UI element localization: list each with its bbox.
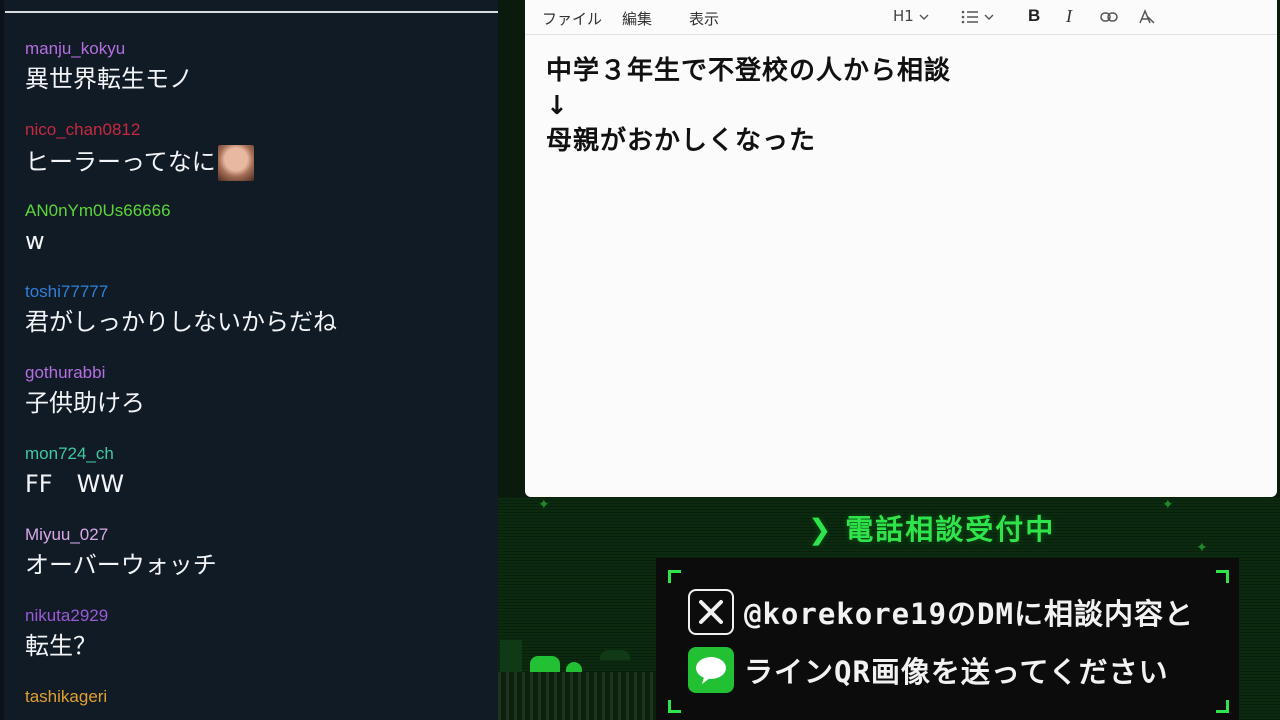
ground-pattern [498, 672, 658, 720]
frame-corner [1216, 700, 1229, 713]
chat-message: mon724_ch FF WW [25, 444, 124, 499]
arrow-line: ↓ [546, 91, 569, 121]
info-row-line: ラインQR画像を送ってください [688, 646, 1169, 694]
status-banner: ❯ 電話相談受付中 [808, 508, 1055, 548]
chat-text: ヒーラーってなに [25, 148, 216, 176]
chevron-down-icon [984, 14, 994, 20]
chat-message: toshi77777 君がしっかりしないからだね [25, 282, 337, 337]
list-icon [961, 10, 978, 23]
chat-username[interactable]: toshi77777 [25, 282, 337, 302]
info-text: ラインQR画像を送ってください [744, 655, 1169, 689]
menu-edit[interactable]: 編集 [622, 8, 652, 29]
italic-icon[interactable]: I [1066, 6, 1072, 26]
chat-username[interactable]: mon724_ch [25, 444, 124, 464]
sparkle-icon: ✦ [1196, 540, 1208, 556]
chat-text: 子供助けろ [25, 389, 145, 417]
chat-text-row: ヒーラーってなに [25, 145, 254, 181]
chat-username[interactable]: Miyuu_027 [25, 525, 217, 545]
heading-line: 母親がおかしくなった [546, 126, 817, 156]
chat-message: AN0nYm0Us66666 w [25, 201, 171, 256]
chat-message: tashikageri [25, 687, 107, 712]
bush [530, 656, 560, 672]
chat-username[interactable]: nico_chan0812 [25, 120, 254, 140]
chat-text: w [25, 227, 45, 255]
chat-text: 転生？ [25, 632, 97, 660]
chat-username[interactable]: AN0nYm0Us66666 [25, 201, 171, 221]
face-emote-icon [217, 145, 254, 181]
clear-format-icon[interactable] [1138, 6, 1156, 26]
chat-text: 君がしっかりしないからだね [25, 308, 337, 336]
chat-edge [0, 0, 4, 720]
heading-dropdown[interactable]: H1 [893, 6, 929, 26]
menu-view[interactable]: 表示 [689, 8, 719, 29]
frame-corner [1216, 570, 1229, 583]
x-logo-icon [688, 589, 734, 635]
sparkle-icon: ✦ [538, 497, 550, 513]
chat-message: manju_kokyu 異世界転生モノ [25, 39, 193, 94]
chat-text: 異世界転生モノ [25, 65, 193, 93]
chat-username[interactable]: tashikageri [25, 687, 107, 707]
document-body[interactable]: 中学３年生で不登校の人から相談 ↓ 母親がおかしくなった [546, 54, 951, 159]
frame-corner [668, 700, 681, 713]
chat-username[interactable]: gothurabbi [25, 363, 145, 383]
chat-message: nikuta2929 転生？ [25, 606, 108, 661]
chevron-down-icon [919, 14, 929, 20]
heading-line: 中学３年生で不登校の人から相談 [546, 56, 952, 86]
text-editor: ファイル 編集 表示 H1 B I 中学３年生で不登校の人から相談 ↓ 母親がお… [525, 0, 1277, 497]
chat-username[interactable]: nikuta2929 [25, 606, 108, 626]
chat-text: オーバーウォッチ [25, 551, 217, 579]
editor-toolbar: ファイル 編集 表示 H1 B I [525, 0, 1277, 35]
chat-text: FF WW [25, 470, 125, 498]
chat-username[interactable]: manju_kokyu [25, 39, 193, 59]
line-logo-icon [688, 647, 734, 693]
chat-message: nico_chan0812 ヒーラーってなに [25, 120, 254, 181]
info-row-x: @korekore19のDMに相談内容と [688, 588, 1194, 636]
info-box [656, 558, 1239, 720]
sparkle-icon: ✦ [1162, 497, 1174, 513]
link-icon[interactable] [1100, 6, 1118, 26]
menu-file[interactable]: ファイル [542, 8, 602, 29]
status-text: 電話相談受付中 [845, 513, 1056, 546]
list-dropdown[interactable] [961, 6, 994, 26]
bush [566, 662, 582, 672]
chat-panel: manju_kokyu 異世界転生モノ nico_chan0812 ヒーラーって… [0, 0, 498, 720]
chevron-right-icon: ❯ [808, 513, 834, 546]
chat-divider [5, 11, 498, 13]
pillar [500, 640, 522, 672]
bold-icon[interactable]: B [1028, 6, 1040, 26]
frame-corner [668, 570, 681, 583]
chat-message: Miyuu_027 オーバーウォッチ [25, 525, 217, 580]
heading-label: H1 [893, 7, 914, 25]
info-text: @korekore19のDMに相談内容と [744, 597, 1194, 631]
bird-sprite [600, 650, 630, 660]
chat-message: gothurabbi 子供助けろ [25, 363, 145, 418]
